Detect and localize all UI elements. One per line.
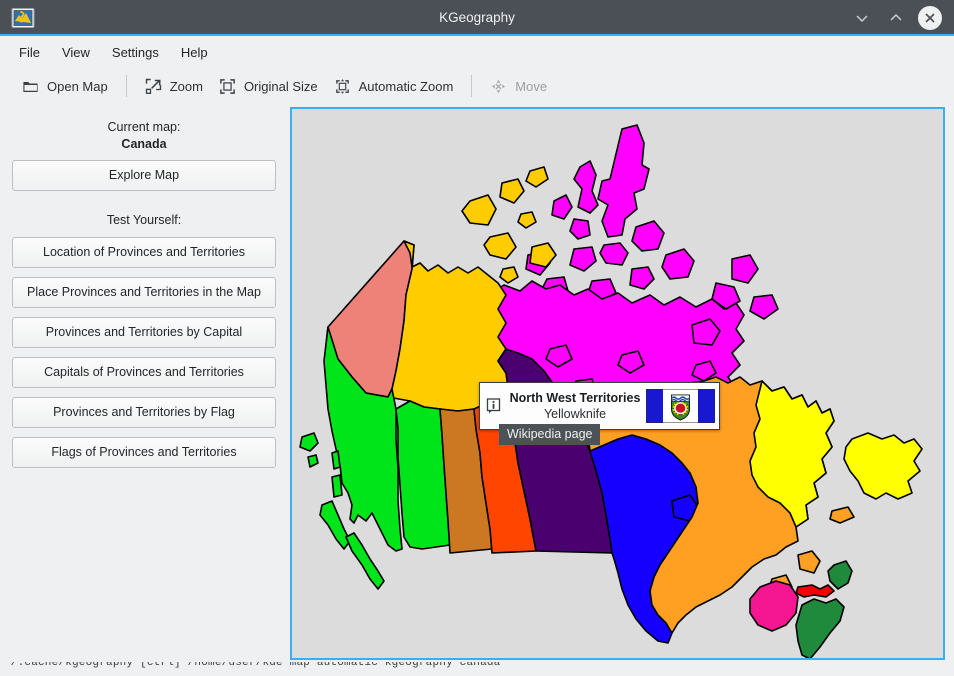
window-title: KGeography (439, 10, 515, 25)
test-capitals-of-provinces-button[interactable]: Capitals of Provinces and Territories (12, 357, 276, 388)
toolbar-move-label: Move (515, 78, 548, 94)
close-icon[interactable] (914, 2, 946, 34)
toolbar-original-size-label: Original Size (243, 78, 318, 94)
test-provinces-by-flag-button[interactable]: Provinces and Territories by Flag (12, 397, 276, 428)
menu-settings[interactable]: Settings (101, 41, 170, 64)
toolbar-move-button: Move (482, 74, 555, 99)
menu-help[interactable]: Help (170, 41, 219, 64)
map-region-prince-edward-island[interactable] (795, 584, 835, 598)
menubar: File View Settings Help (0, 38, 954, 67)
menu-view[interactable]: View (51, 41, 101, 64)
menu-file[interactable]: File (8, 41, 51, 64)
test-location-of-provinces-button[interactable]: Location of Provinces and Territories (12, 237, 276, 268)
test-provinces-by-capital-button[interactable]: Provinces and Territories by Capital (12, 317, 276, 348)
zoom-rectangle-icon (145, 78, 162, 95)
sidebar: Current map: Canada Explore Map Test You… (0, 106, 288, 662)
toolbar-open-map-label: Open Map (47, 78, 108, 94)
current-map-label: Current map: (107, 120, 181, 134)
test-yourself-label: Test Yourself: (106, 213, 182, 227)
toolbar-zoom-button[interactable]: Zoom (137, 74, 211, 99)
window-controls (846, 0, 946, 36)
move-arrows-icon (490, 78, 507, 95)
original-size-icon (219, 78, 236, 95)
chevron-up-icon[interactable] (880, 2, 912, 34)
test-flags-of-provinces-button[interactable]: Flags of Provinces and Territories (12, 437, 276, 468)
test-place-provinces-button[interactable]: Place Provinces and Territories in the M… (12, 277, 276, 308)
kgeography-window: KGeography File View Settings Help Open … (0, 0, 954, 676)
popup-region-name: North West Territories (509, 391, 641, 405)
bottom-strip: ~/.cache/kgeography [ctrl] /home/user/kd… (0, 662, 954, 676)
toolbar-automatic-zoom-label: Automatic Zoom (358, 78, 454, 94)
window-titlebar: KGeography (0, 0, 954, 36)
popup-capital-name: Yellowknife (543, 407, 607, 421)
north-west-territories-flag (646, 389, 715, 423)
toolbar-zoom-label: Zoom (169, 78, 203, 94)
region-info-popup[interactable]: North West Territories Yellowknife (479, 382, 720, 430)
chevron-down-icon[interactable] (846, 2, 878, 34)
toolbar-automatic-zoom-button[interactable]: Automatic Zoom (326, 74, 462, 99)
toolbar: Open Map Zoom Original Size Automatic Zo… (0, 68, 954, 104)
current-map-value: Canada (121, 137, 167, 151)
toolbar-original-size-button[interactable]: Original Size (211, 74, 326, 99)
wikipedia-page-tooltip: Wikipedia page (499, 424, 601, 445)
popup-text-block: North West Territories Yellowknife (506, 390, 646, 422)
explore-map-button[interactable]: Explore Map (12, 160, 276, 191)
toolbar-open-map-button[interactable]: Open Map (14, 74, 116, 99)
bottom-strip-text: ~/.cache/kgeography [ctrl] /home/user/kd… (4, 662, 501, 669)
automatic-zoom-icon (334, 78, 351, 95)
toolbar-separator-2 (471, 75, 473, 97)
toolbar-separator (125, 75, 127, 97)
folder-open-icon (22, 78, 39, 95)
info-icon[interactable] (480, 397, 506, 415)
